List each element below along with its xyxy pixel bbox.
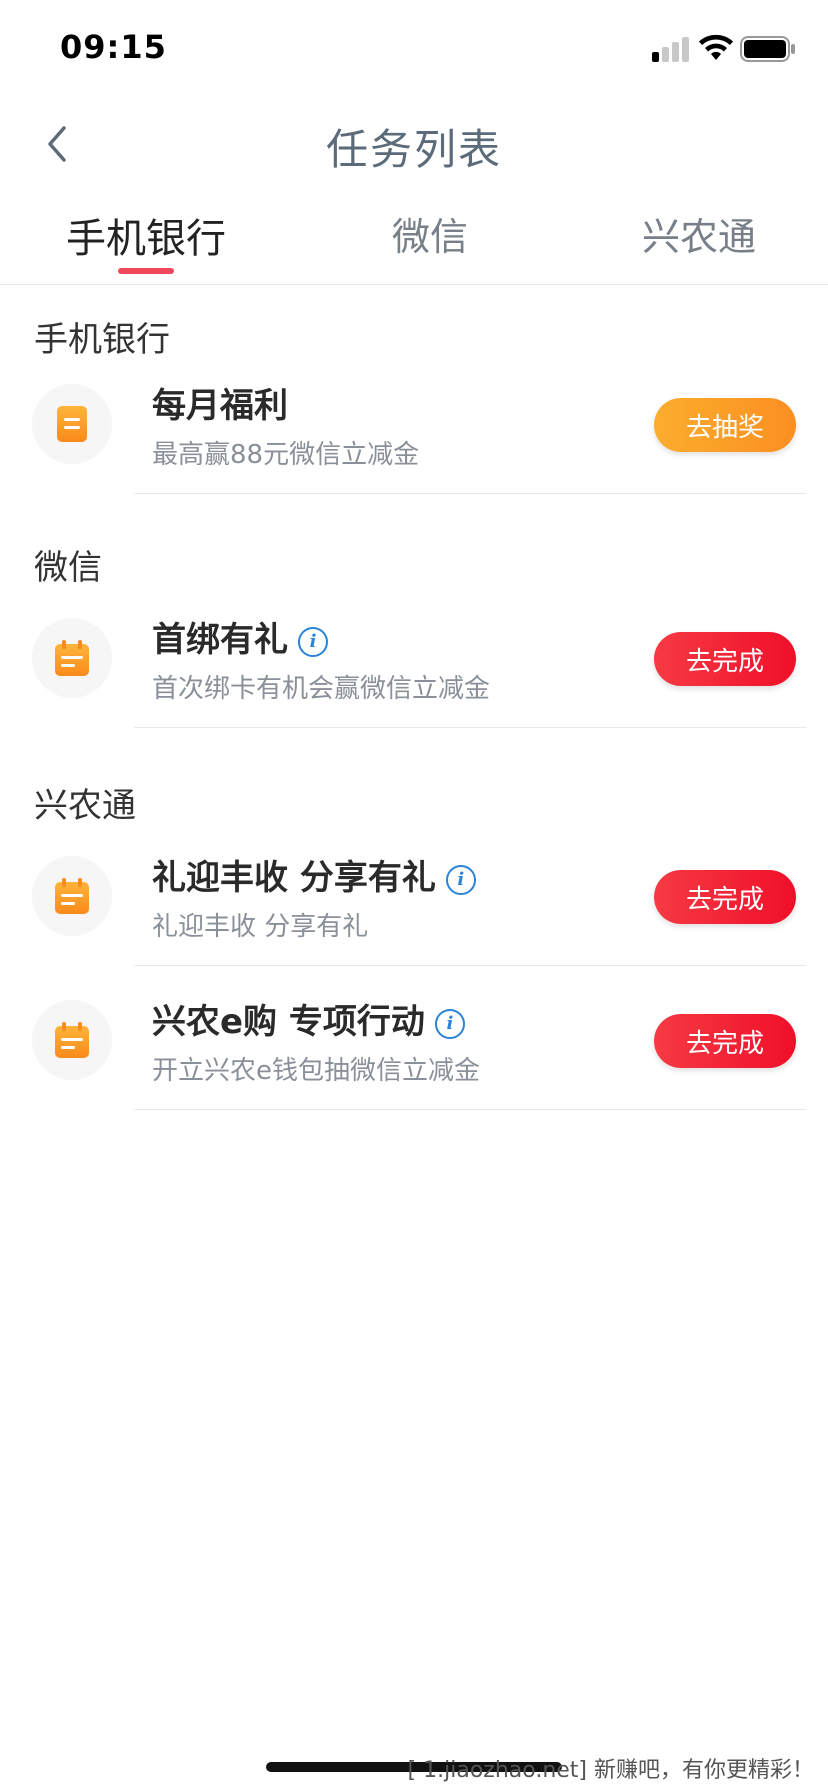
draw-lottery-button[interactable]: 去抽奖: [654, 398, 796, 452]
task-subtitle: 开立兴农e钱包抽微信立减金: [152, 1056, 480, 1086]
signal-icon: [652, 37, 689, 62]
calendar-icon: [55, 640, 89, 676]
task-icon-wrapper: [32, 1000, 112, 1080]
calendar-icon: [55, 1022, 89, 1058]
task-icon-wrapper: [32, 384, 112, 464]
battery-icon: [740, 36, 795, 62]
nav-bar: 任务列表: [0, 96, 828, 192]
section-title-wechat: 微信: [34, 548, 102, 588]
tab-wechat[interactable]: 微信: [392, 206, 468, 261]
complete-button[interactable]: 去完成: [654, 870, 796, 924]
status-time: 09:15: [60, 28, 167, 66]
row-divider: [134, 727, 806, 728]
task-subtitle: 礼迎丰收 分享有礼: [152, 912, 369, 942]
calendar-icon: [55, 878, 89, 914]
info-icon[interactable]: i: [298, 626, 328, 657]
task-title: 首绑有礼 i: [152, 612, 328, 661]
status-bar: 09:15: [0, 0, 828, 96]
document-icon: [57, 406, 87, 442]
row-divider: [134, 965, 806, 966]
wifi-icon: [699, 34, 733, 60]
task-icon-wrapper: [32, 618, 112, 698]
task-title: 兴农e购 专项行动 i: [152, 994, 465, 1043]
active-tab-indicator: [118, 268, 174, 274]
info-icon[interactable]: i: [445, 864, 476, 895]
task-icon-wrapper: [32, 856, 112, 936]
task-row-monthly-benefit: 每月福利 最高赢88元微信立减金 去抽奖: [0, 354, 828, 494]
task-title: 每月福利: [152, 386, 288, 426]
task-row-e-purchase: 兴农e购 专项行动 i 开立兴农e钱包抽微信立减金 去完成: [0, 970, 828, 1110]
task-subtitle: 首次绑卡有机会赢微信立减金: [152, 674, 491, 704]
task-title-text: 兴农e购 专项行动: [152, 1002, 425, 1042]
page-title: 任务列表: [325, 125, 502, 174]
task-row-harvest-share: 礼迎丰收 分享有礼 i 礼迎丰收 分享有礼 去完成: [0, 826, 828, 966]
complete-button[interactable]: 去完成: [654, 632, 796, 686]
task-title-text: 首绑有礼: [152, 620, 288, 660]
info-icon[interactable]: i: [434, 1008, 465, 1039]
tab-mobile-banking[interactable]: 手机银行: [66, 206, 226, 264]
task-subtitle: 最高赢88元微信立减金: [152, 440, 420, 470]
task-title: 礼迎丰收 分享有礼 i: [152, 850, 476, 899]
row-divider: [134, 493, 806, 494]
task-title-text: 礼迎丰收 分享有礼: [152, 858, 436, 898]
watermark-text: [ 1.jiaozhao.net] 新赚吧，有你更精彩！: [407, 1758, 814, 1783]
row-divider: [134, 1109, 806, 1110]
task-row-first-bind-gift: 首绑有礼 i 首次绑卡有机会赢微信立减金 去完成: [0, 588, 828, 728]
tab-xingnongtong[interactable]: 兴农通: [642, 206, 756, 261]
complete-button[interactable]: 去完成: [654, 1014, 796, 1068]
tab-bar: 手机银行 微信 兴农通: [0, 196, 828, 285]
section-title-xingnongtong: 兴农通: [34, 786, 136, 826]
